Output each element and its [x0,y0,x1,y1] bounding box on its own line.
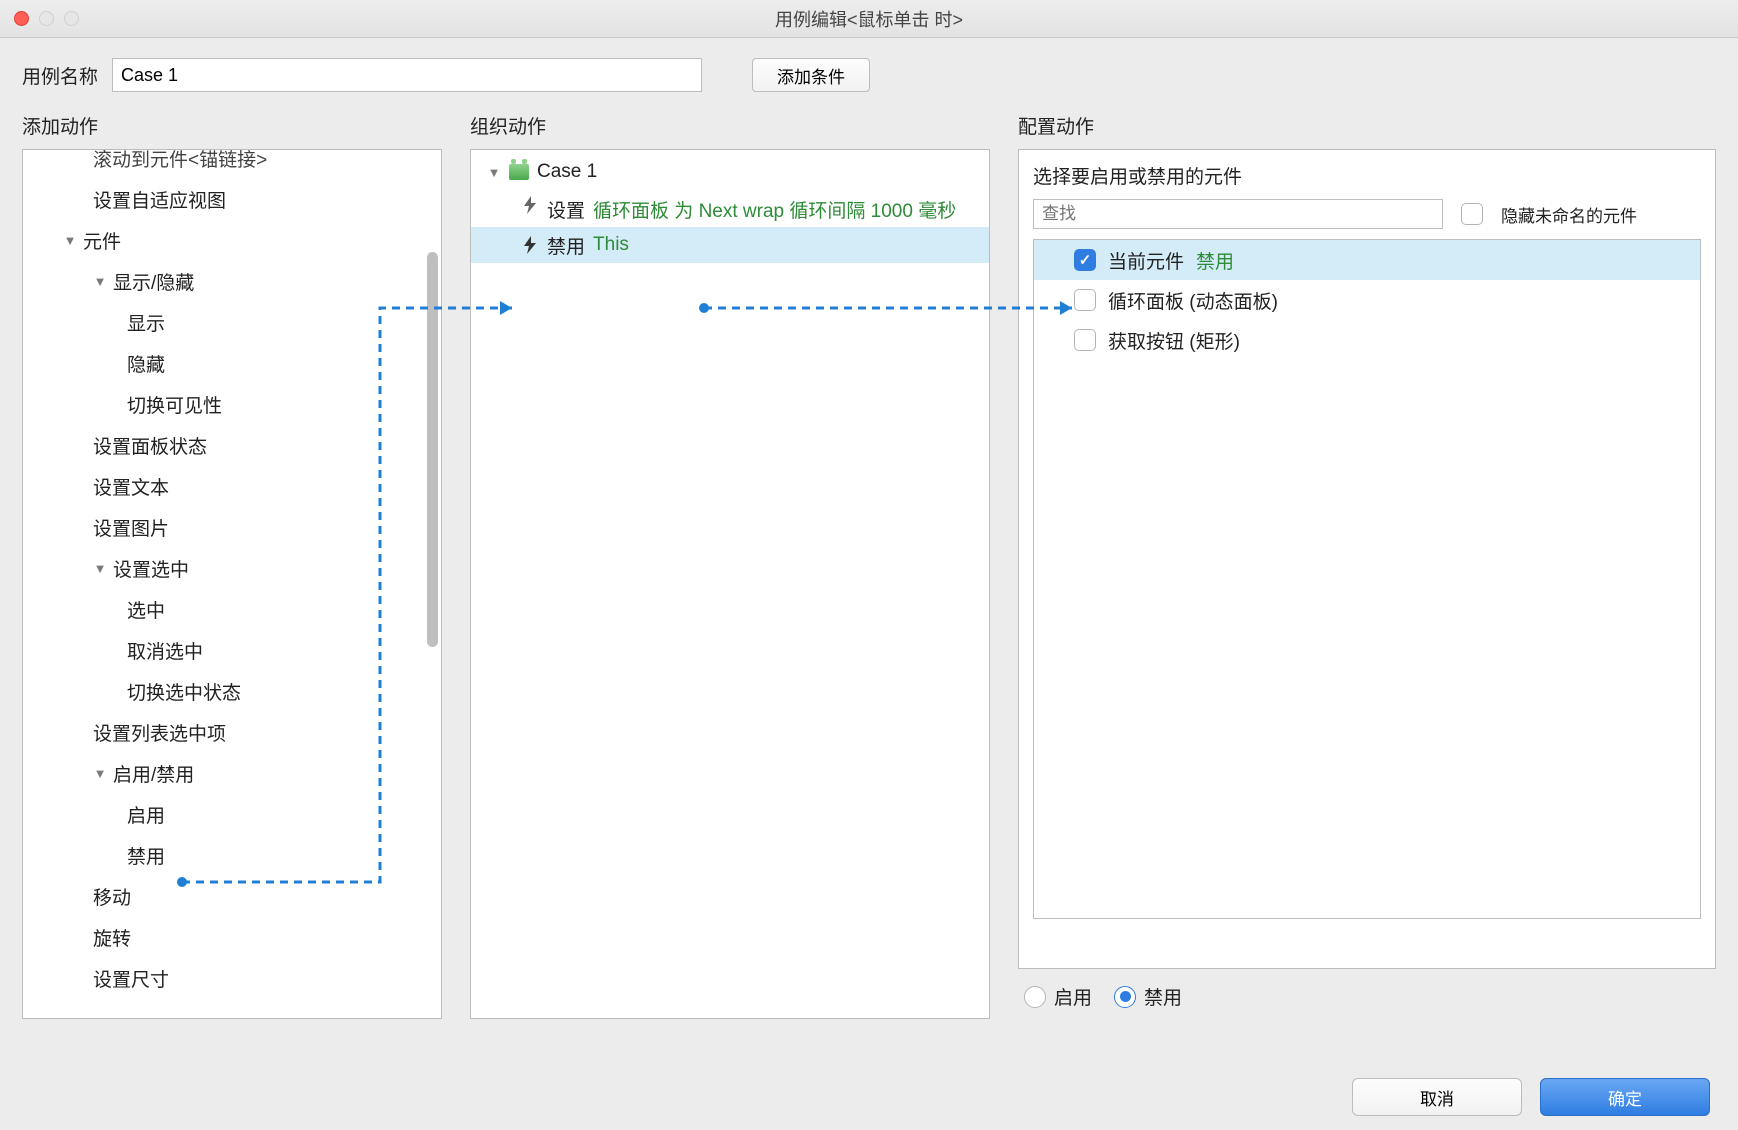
ok-button[interactable]: 确定 [1540,1078,1710,1116]
radio-disable[interactable] [1114,986,1136,1008]
tree-item-enable[interactable]: 启用 [23,794,441,835]
action-bolt-icon [521,236,539,254]
element-current-state: 禁用 [1196,247,1234,274]
action-tree[interactable]: 滚动到元件<锚链接> 设置自适应视图 元件 显示/隐藏 显示 隐藏 切换可见性 … [23,150,441,1018]
chevron-down-icon[interactable] [93,561,107,576]
tree-item-show[interactable]: 显示 [23,302,441,343]
tree-item-set-panel-state[interactable]: 设置面板状态 [23,425,441,466]
element-row-panel[interactable]: 循环面板 (动态面板) [1034,280,1700,320]
chevron-down-icon[interactable] [93,766,107,781]
hide-unnamed-label: 隐藏未命名的元件 [1501,202,1637,227]
add-action-header: 添加动作 [22,104,442,149]
tree-item-move[interactable]: 移动 [23,876,441,917]
tree-item-set-list-selected[interactable]: 设置列表选中项 [23,712,441,753]
tree-item-unselected[interactable]: 取消选中 [23,630,441,671]
titlebar: 用例编辑<鼠标单击 时> [0,0,1738,38]
add-action-panel: 滚动到元件<锚链接> 设置自适应视图 元件 显示/隐藏 显示 隐藏 切换可见性 … [22,149,442,1019]
element-row-current[interactable]: 当前元件 禁用 [1034,240,1700,280]
tree-item-set-adaptive-view[interactable]: 设置自适应视图 [23,179,441,220]
tree-item-set-text[interactable]: 设置文本 [23,466,441,507]
org-case-row[interactable]: Case 1 [471,154,989,190]
action-bolt-icon [521,196,539,214]
tree-item-set-image[interactable]: 设置图片 [23,507,441,548]
checkbox-button[interactable] [1074,329,1096,351]
org-case-label: Case 1 [537,161,597,183]
element-list: 当前元件 禁用 循环面板 (动态面板) 获取按钮 (矩形) [1033,239,1701,919]
tree-item-toggle-visibility[interactable]: 切换可见性 [23,384,441,425]
organize-action-header: 组织动作 [470,104,990,149]
org-action1-prefix: 设置 [547,196,585,223]
footer-buttons: 取消 确定 [1352,1078,1710,1116]
case-name-input[interactable] [112,58,702,92]
checkbox-current[interactable] [1074,249,1096,271]
tree-item-set-selected[interactable]: 设置选中 [23,548,441,589]
search-input[interactable] [1033,199,1443,229]
case-icon [509,164,529,180]
configure-action-header: 配置动作 [1018,104,1716,149]
tree-item-set-size[interactable]: 设置尺寸 [23,958,441,999]
radio-enable-label: 启用 [1054,983,1092,1010]
element-current-label: 当前元件 [1108,247,1184,274]
configure-action-panel: 选择要启用或禁用的元件 隐藏未命名的元件 当前元件 禁用 循环面板 (动态面板) [1018,149,1716,969]
hide-unnamed-checkbox[interactable] [1461,203,1483,225]
tree-item-disable[interactable]: 禁用 [23,835,441,876]
tree-item-widgets[interactable]: 元件 [23,220,441,261]
chevron-down-icon[interactable] [487,165,501,180]
org-action2-target: This [593,234,629,256]
cancel-button[interactable]: 取消 [1352,1078,1522,1116]
element-panel-label: 循环面板 (动态面板) [1108,287,1278,314]
tree-item-scroll-to-widget[interactable]: 滚动到元件<锚链接> [23,149,441,179]
window-title: 用例编辑<鼠标单击 时> [0,6,1738,32]
radio-enable[interactable] [1024,986,1046,1008]
case-name-label: 用例名称 [22,62,98,89]
tree-item-rotate[interactable]: 旋转 [23,917,441,958]
tree-item-hide[interactable]: 隐藏 [23,343,441,384]
add-condition-button[interactable]: 添加条件 [752,58,870,92]
radio-disable-label: 禁用 [1144,983,1182,1010]
scrollbar-thumb[interactable] [427,252,438,647]
chevron-down-icon[interactable] [93,274,107,289]
tree-item-selected[interactable]: 选中 [23,589,441,630]
tree-item-show-hide[interactable]: 显示/隐藏 [23,261,441,302]
element-row-button[interactable]: 获取按钮 (矩形) [1034,320,1700,360]
enable-disable-radio-group: 启用 禁用 [1018,969,1716,1010]
tree-item-toggle-selected[interactable]: 切换选中状态 [23,671,441,712]
tree-item-enable-disable[interactable]: 启用/禁用 [23,753,441,794]
config-title: 选择要启用或禁用的元件 [1019,150,1715,199]
checkbox-panel[interactable] [1074,289,1096,311]
org-action-set-panel[interactable]: 设置 循环面板 为 Next wrap 循环间隔 1000 毫秒 [471,190,989,227]
element-button-label: 获取按钮 (矩形) [1108,327,1240,354]
chevron-down-icon[interactable] [63,233,77,248]
org-action2-prefix: 禁用 [547,232,585,259]
organize-action-panel: Case 1 设置 循环面板 为 Next wrap 循环间隔 1000 毫秒 … [470,149,990,1019]
top-row: 用例名称 添加条件 [0,38,1738,104]
org-action1-body: 循环面板 为 Next wrap 循环间隔 1000 毫秒 [593,196,956,223]
org-action-disable[interactable]: 禁用 This [471,227,989,263]
